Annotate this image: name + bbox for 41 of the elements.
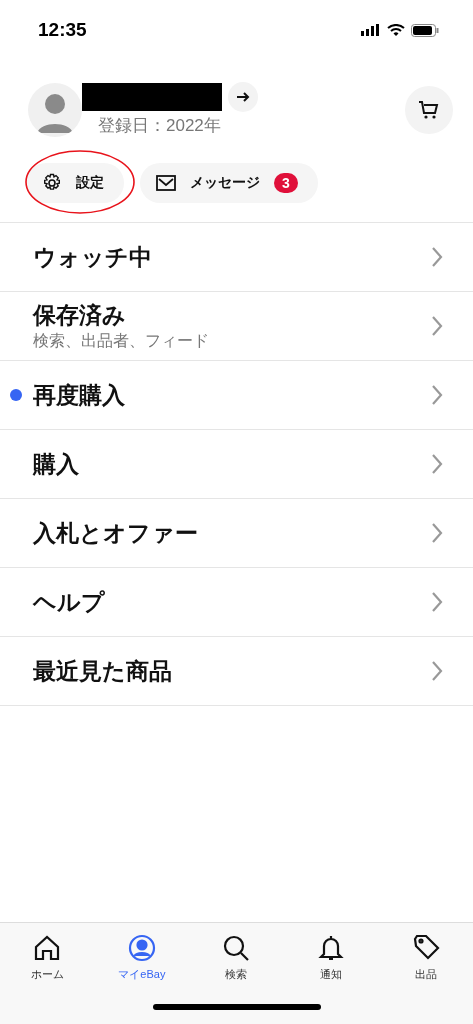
cart-button[interactable] [405, 85, 453, 134]
cart-icon [418, 98, 440, 121]
messages-chip[interactable]: メッセージ 3 [140, 163, 318, 203]
battery-icon [411, 23, 439, 37]
menu-label: 再度購入 [33, 380, 126, 410]
tab-item[interactable]: ホーム [7, 933, 88, 982]
menu-label: 保存済み [33, 301, 127, 330]
menu-row[interactable]: ウォッチ中 [0, 223, 473, 292]
menu-row[interactable]: 最近見た商品 [0, 637, 473, 706]
menu-label: ウォッチ中 [33, 242, 153, 272]
unread-count-badge: 3 [274, 173, 298, 193]
menu-label: ヘルプ [33, 587, 106, 617]
chevron-icon [431, 315, 443, 337]
menu-row[interactable]: 購入 [0, 430, 473, 499]
settings-chip[interactable]: 設定 [26, 163, 124, 203]
chevron-icon [431, 660, 443, 682]
tab-item[interactable]: 通知 [291, 933, 372, 982]
menu-row[interactable]: 入札とオファー [0, 499, 473, 568]
tab-item[interactable]: マイeBay [101, 933, 182, 982]
signal-icon [361, 24, 381, 36]
tab-item[interactable]: 出品 [385, 933, 466, 982]
envelope-icon [156, 175, 176, 191]
menu-row[interactable]: ヘルプ [0, 568, 473, 637]
menu-label: 最近見た商品 [33, 656, 173, 686]
chevron-icon [431, 453, 443, 475]
menu-label: 入札とオファー [33, 518, 199, 548]
chevron-icon [431, 522, 443, 544]
chevron-icon [431, 591, 443, 613]
profile-arrow-button[interactable] [228, 82, 258, 112]
settings-icon [42, 173, 62, 193]
menu-label: 購入 [33, 449, 80, 479]
menu-row[interactable]: 保存済み 検索、出品者、フィード [0, 292, 473, 361]
menu-subtitle: 検索、出品者、フィード [33, 331, 210, 351]
menu-row[interactable]: 再度購入 [0, 361, 473, 430]
chevron-icon [431, 384, 443, 406]
status-time: 12:35 [38, 19, 87, 41]
registration-date: 登録日：2022年 [98, 115, 222, 137]
account-icon [126, 933, 157, 963]
tab-item[interactable]: 検索 [196, 933, 277, 982]
wifi-icon [387, 23, 405, 37]
chevron-icon [431, 246, 443, 268]
